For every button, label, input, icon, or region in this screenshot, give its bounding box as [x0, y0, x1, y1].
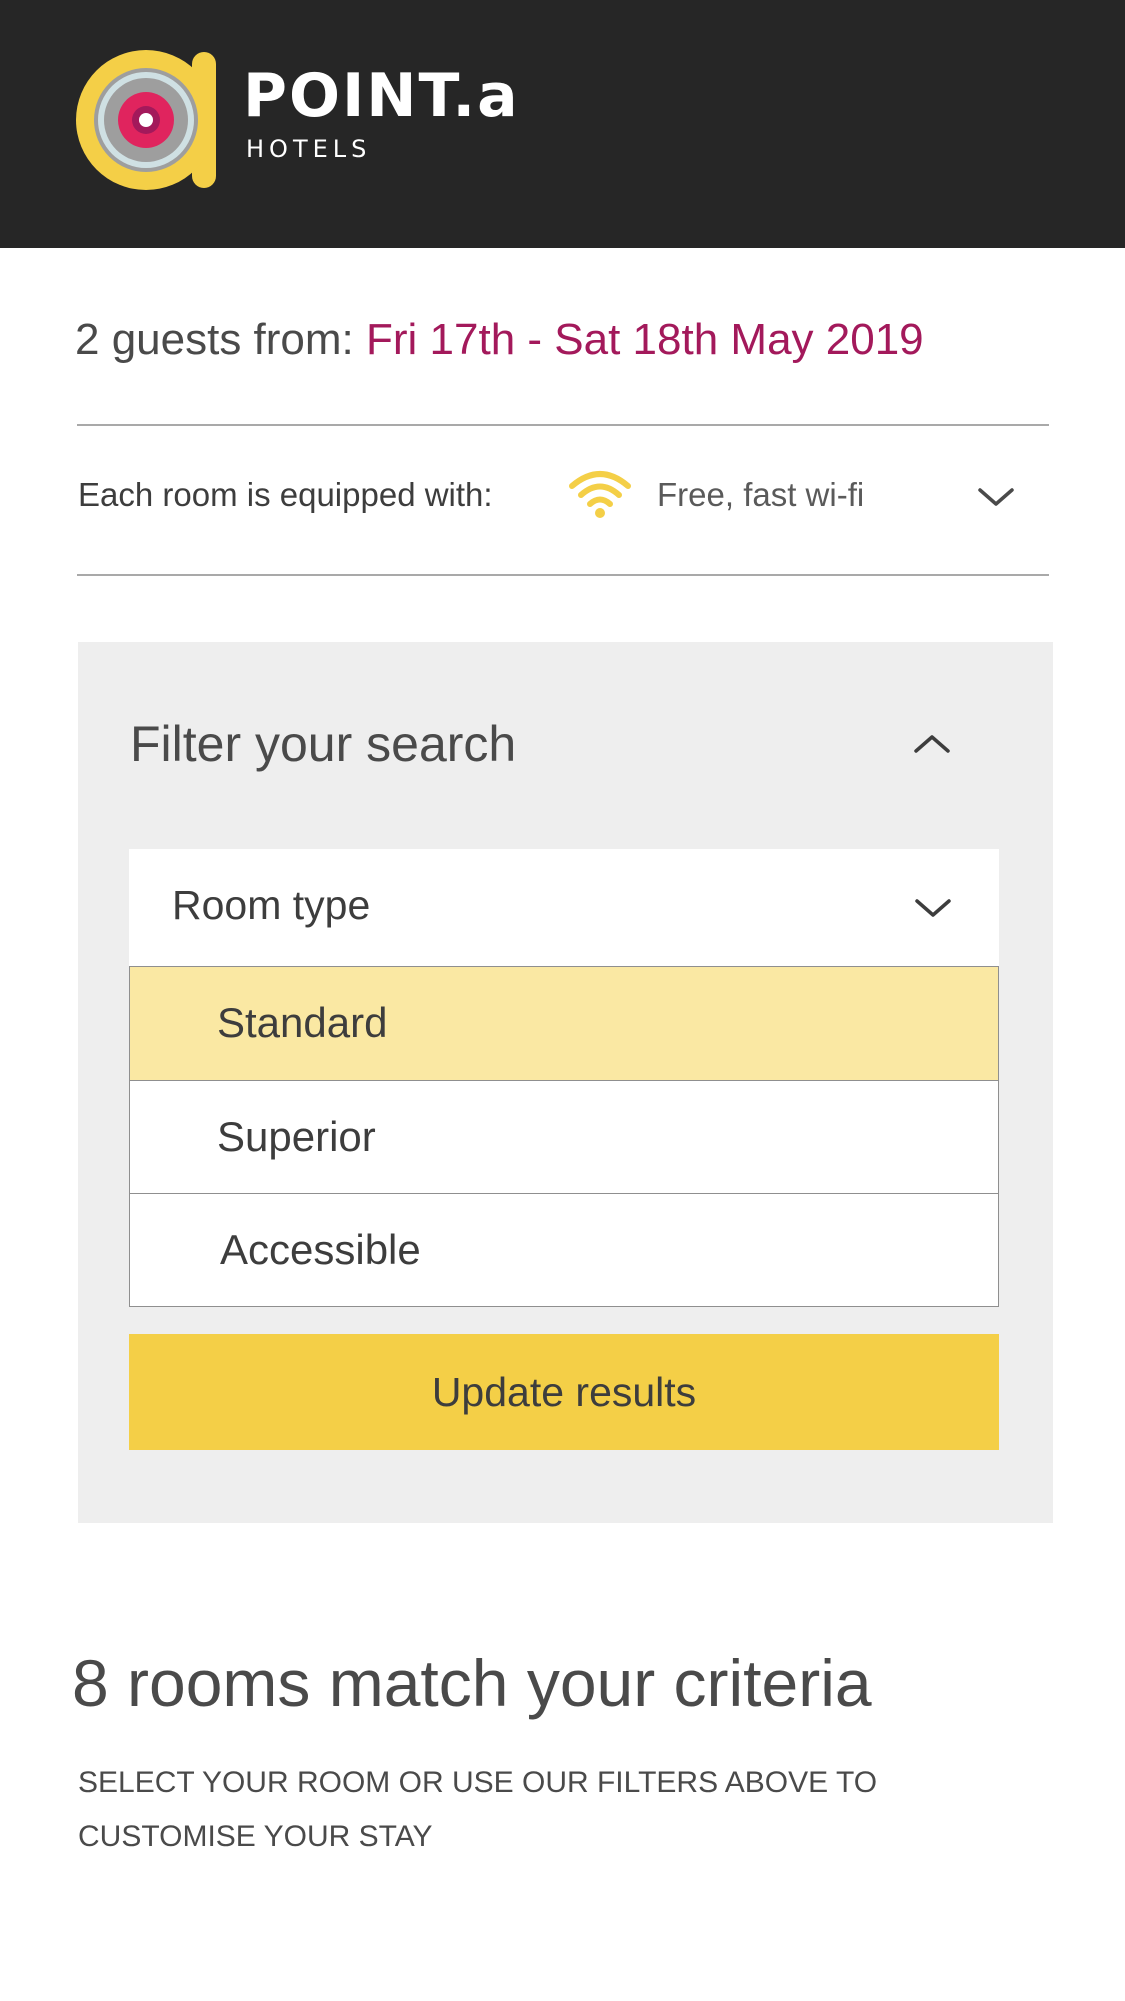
site-header: POINT.a HOTELS — [0, 0, 1125, 248]
divider — [77, 574, 1049, 576]
option-label: Superior — [217, 1113, 376, 1160]
results-title: 8 rooms match your criteria — [72, 1646, 872, 1720]
logo-icon[interactable] — [76, 50, 220, 190]
option-label: Accessible — [220, 1226, 421, 1273]
room-type-options: Standard Superior Accessible — [129, 966, 999, 1307]
results-subtitle: SELECT YOUR ROOM OR USE OUR FILTERS ABOV… — [78, 1766, 878, 1853]
chevron-down-icon[interactable] — [976, 482, 1016, 512]
booking-summary: 2 guests from: Fri 17th - Sat 18th May 2… — [75, 312, 924, 368]
filter-title[interactable]: Filter your search — [130, 714, 516, 774]
brand-name: POINT.a — [243, 61, 520, 131]
update-results-button[interactable]: Update results — [129, 1334, 999, 1450]
filter-panel: Filter your search Room type Standard Su… — [78, 642, 1053, 1523]
wifi-icon — [568, 468, 632, 520]
brand-subtitle: HOTELS — [246, 135, 372, 163]
chevron-up-icon[interactable] — [912, 729, 952, 759]
guests-label: 2 guests from: — [75, 315, 354, 364]
option-standard[interactable]: Standard — [130, 967, 998, 1080]
option-label: Standard — [217, 999, 388, 1046]
option-accessible[interactable]: Accessible — [130, 1193, 998, 1306]
divider — [77, 424, 1049, 426]
booking-dates[interactable]: Fri 17th - Sat 18th May 2019 — [366, 315, 924, 364]
amenities-label: Each room is equipped with: — [78, 476, 493, 513]
amenity-text: Free, fast wi-fi — [657, 476, 865, 513]
room-type-select[interactable]: Room type — [129, 849, 999, 966]
option-superior[interactable]: Superior — [130, 1080, 998, 1193]
room-type-label: Room type — [172, 882, 371, 928]
chevron-down-icon — [913, 893, 953, 923]
